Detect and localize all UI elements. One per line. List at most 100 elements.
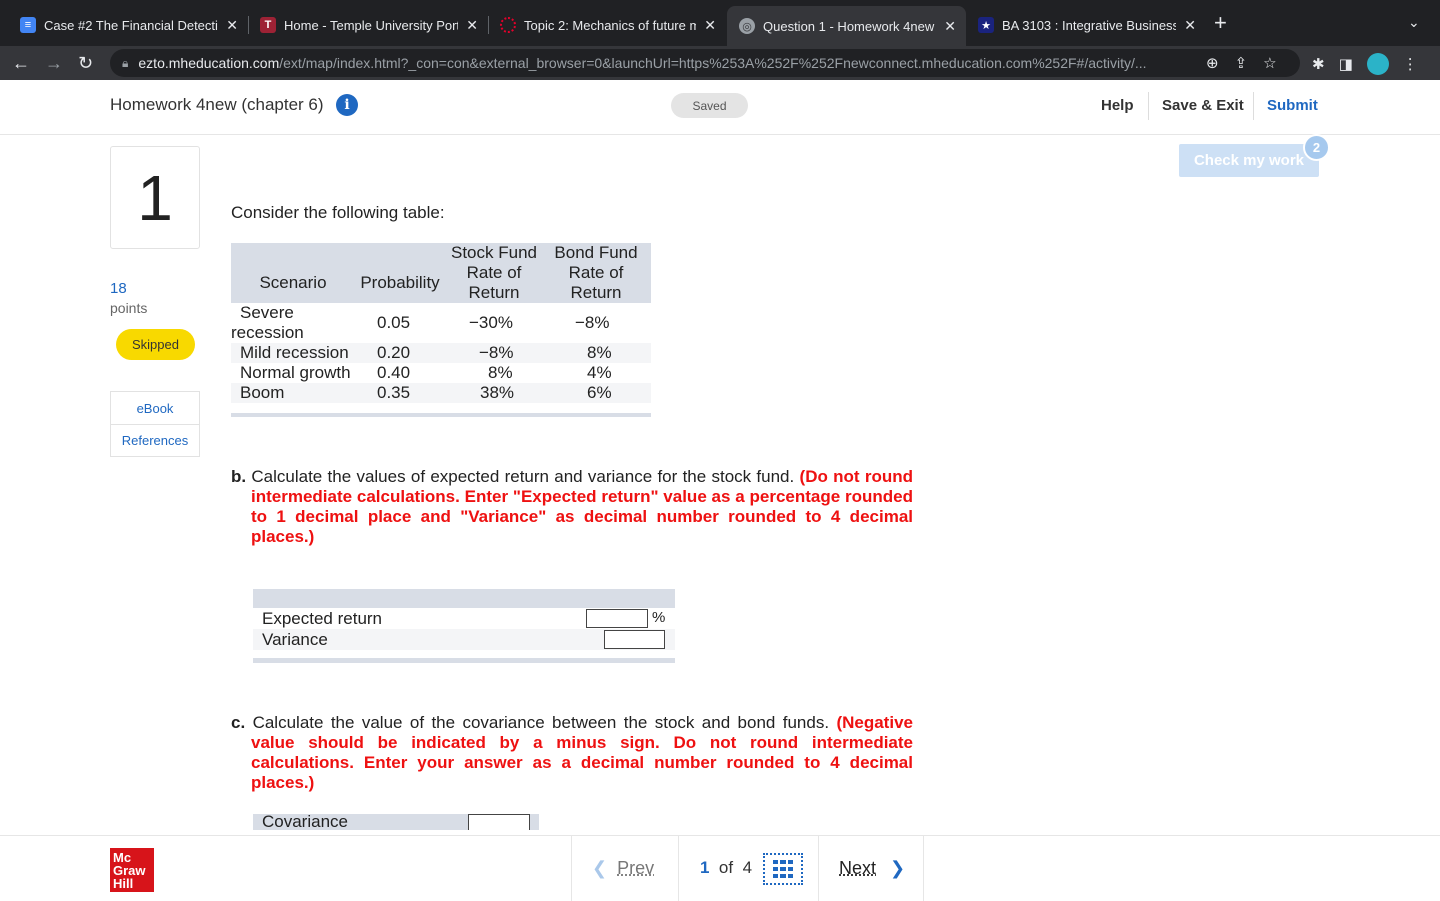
side-panel-icon[interactable]: ◨ — [1339, 55, 1353, 73]
save-exit-button[interactable]: Save & Exit — [1162, 97, 1244, 114]
zoom-icon[interactable]: ⊕ — [1206, 54, 1219, 72]
question-number: 1 — [110, 146, 200, 249]
canvas-icon — [500, 17, 516, 33]
url-path: /ext/map/index.html?_con=con&external_br… — [279, 55, 1147, 71]
footer-bar: Mc Graw Hill ❮ Prev 1 of 4 Next ❯ — [0, 835, 1440, 901]
col-header-probability: Probability — [360, 273, 440, 292]
part-c-prompt: c. Calculate the value of the covariance… — [231, 713, 913, 792]
back-arrow-icon[interactable]: ← — [12, 51, 30, 75]
browser-tab-question1[interactable]: ◎ Question 1 - Homework 4new ( ✕ — [727, 6, 966, 46]
table-row: Expected return % — [253, 608, 675, 629]
help-link[interactable]: Help — [1101, 97, 1134, 114]
question-intro: Consider the following table: — [231, 203, 445, 222]
more-menu-icon[interactable]: ⋮ — [1403, 55, 1418, 73]
expected-return-label: Expected return — [262, 609, 383, 628]
col-header-stock: Stock Fund Rate of Return — [451, 243, 537, 302]
browser-tab-case[interactable]: ≡ Case #2 The Financial Detectiv ✕ — [8, 8, 248, 42]
table-row: Severe recession 0.05 −30% −8% — [231, 303, 651, 343]
variance-input[interactable] — [604, 630, 665, 649]
cell-scenario: Severe — [240, 303, 294, 322]
globe-icon: ◎ — [739, 18, 755, 34]
browser-tab-temple[interactable]: T Home - Temple University Port ✕ — [248, 8, 488, 42]
assignment-title: Homework 4new (chapter 6) — [110, 95, 324, 114]
cell-scenario-cont: recession — [231, 323, 304, 342]
cell-scenario: Normal growth — [240, 363, 351, 382]
grid-icon — [773, 860, 793, 878]
extensions-puzzle-icon[interactable]: ✱ — [1312, 55, 1325, 73]
lock-icon: 🔒︎ — [122, 55, 129, 70]
table-row: Mild recession 0.20 −8% 8% — [231, 343, 651, 363]
docs-icon: ≡ — [20, 17, 36, 33]
references-link[interactable]: References — [111, 424, 199, 456]
address-bar[interactable]: 🔒︎ ezto.mheducation.com/ext/map/index.ht… — [110, 49, 1300, 77]
app-header: Homework 4new (chapter 6) i Saved Help S… — [0, 80, 1440, 135]
url-host: ezto.mheducation.com — [138, 55, 280, 71]
percent-unit: % — [652, 609, 666, 626]
covariance-input[interactable] — [468, 814, 530, 830]
check-my-work-button[interactable]: Check my work — [1179, 144, 1319, 177]
browser-tab-ba3103[interactable]: ★ BA 3103 : Integrative Business ✕ — [966, 8, 1206, 42]
cell-bond: 8% — [587, 343, 612, 362]
chevron-down-icon[interactable]: ⌄ — [1408, 14, 1420, 31]
cell-scenario: Mild recession — [240, 343, 349, 362]
bookmark-star-icon[interactable]: ☆ — [1263, 54, 1276, 72]
cell-scenario: Boom — [240, 383, 285, 402]
tab-title: Home - Temple University Port — [284, 17, 459, 33]
table-row: Variance — [253, 629, 675, 650]
table-row: Boom 0.35 38% 6% — [231, 383, 651, 403]
star-icon: ★ — [978, 17, 994, 33]
close-icon[interactable]: ✕ — [704, 17, 716, 34]
temple-icon: T — [260, 17, 276, 33]
close-icon[interactable]: ✕ — [944, 18, 956, 35]
browser-tab-topic2[interactable]: Topic 2: Mechanics of future m ✕ — [488, 8, 726, 42]
points-value: 18 — [110, 280, 127, 297]
browser-toolbar: ← → ↻ 🔒︎ ezto.mheducation.com/ext/map/in… — [0, 46, 1440, 80]
part-c-answer-table: Covariance — [253, 814, 539, 830]
tab-title: Case #2 The Financial Detectiv — [44, 17, 219, 33]
next-button[interactable]: Next ❯ — [839, 858, 905, 879]
close-icon[interactable]: ✕ — [1184, 17, 1196, 34]
submit-button[interactable]: Submit — [1267, 97, 1318, 114]
reload-icon[interactable]: ↻ — [78, 51, 93, 75]
cell-probability: 0.40 — [377, 363, 411, 382]
cell-bond: 6% — [587, 383, 612, 402]
saved-status-badge: Saved — [671, 93, 748, 118]
share-icon[interactable]: ⇪ — [1235, 54, 1248, 72]
cell-stock: −8% — [479, 343, 514, 362]
new-tab-plus-icon[interactable]: + — [1214, 12, 1227, 34]
cell-stock: 8% — [488, 363, 513, 382]
col-header-bond: Bond Fund Rate of Return — [554, 243, 638, 302]
cell-probability: 0.35 — [377, 383, 411, 402]
part-b-answer-table: Expected return % Variance — [253, 589, 675, 663]
chevron-right-icon: ❯ — [890, 858, 906, 878]
cell-stock: 38% — [480, 383, 515, 402]
cell-probability: 0.05 — [377, 313, 411, 332]
check-count-badge: 2 — [1303, 134, 1330, 161]
close-icon[interactable]: ✕ — [466, 17, 478, 34]
table-header: Scenario Probability Stock Fund Rate of Re… — [231, 243, 651, 303]
tab-title: Question 1 - Homework 4new ( — [763, 18, 937, 34]
points-label: points — [110, 300, 148, 316]
browser-tab-bar: ≡ Case #2 The Financial Detectiv ✕ T Hom… — [0, 0, 1440, 46]
resource-links: eBook References — [110, 391, 200, 457]
ebook-link[interactable]: eBook — [111, 392, 199, 424]
close-icon[interactable]: ✕ — [226, 17, 238, 34]
part-b-prompt: b. Calculate the values of expected retu… — [231, 467, 913, 546]
scenario-table: Scenario Probability Stock Fund Rate of Re… — [231, 243, 651, 417]
profile-avatar[interactable] — [1366, 53, 1389, 75]
question-grid-button[interactable] — [763, 853, 803, 885]
table-row: Normal growth 0.40 8% 4% — [231, 363, 651, 383]
question-pager: ❮ Prev 1 of 4 Next ❯ — [571, 836, 924, 901]
page-indicator: 1 of 4 — [700, 858, 753, 877]
cell-bond: −8% — [575, 313, 610, 332]
prev-button[interactable]: ❮ Prev — [592, 858, 654, 879]
info-icon[interactable]: i — [336, 94, 358, 116]
variance-label: Variance — [262, 630, 328, 649]
skipped-status-badge: Skipped — [116, 329, 195, 360]
mcgraw-hill-logo: Mc Graw Hill — [110, 848, 154, 892]
tab-title: Topic 2: Mechanics of future m — [524, 17, 697, 33]
expected-return-input[interactable] — [586, 609, 648, 628]
tab-title: BA 3103 : Integrative Business — [1002, 17, 1177, 33]
forward-arrow-icon[interactable]: → — [45, 51, 63, 75]
cell-probability: 0.20 — [377, 343, 411, 362]
